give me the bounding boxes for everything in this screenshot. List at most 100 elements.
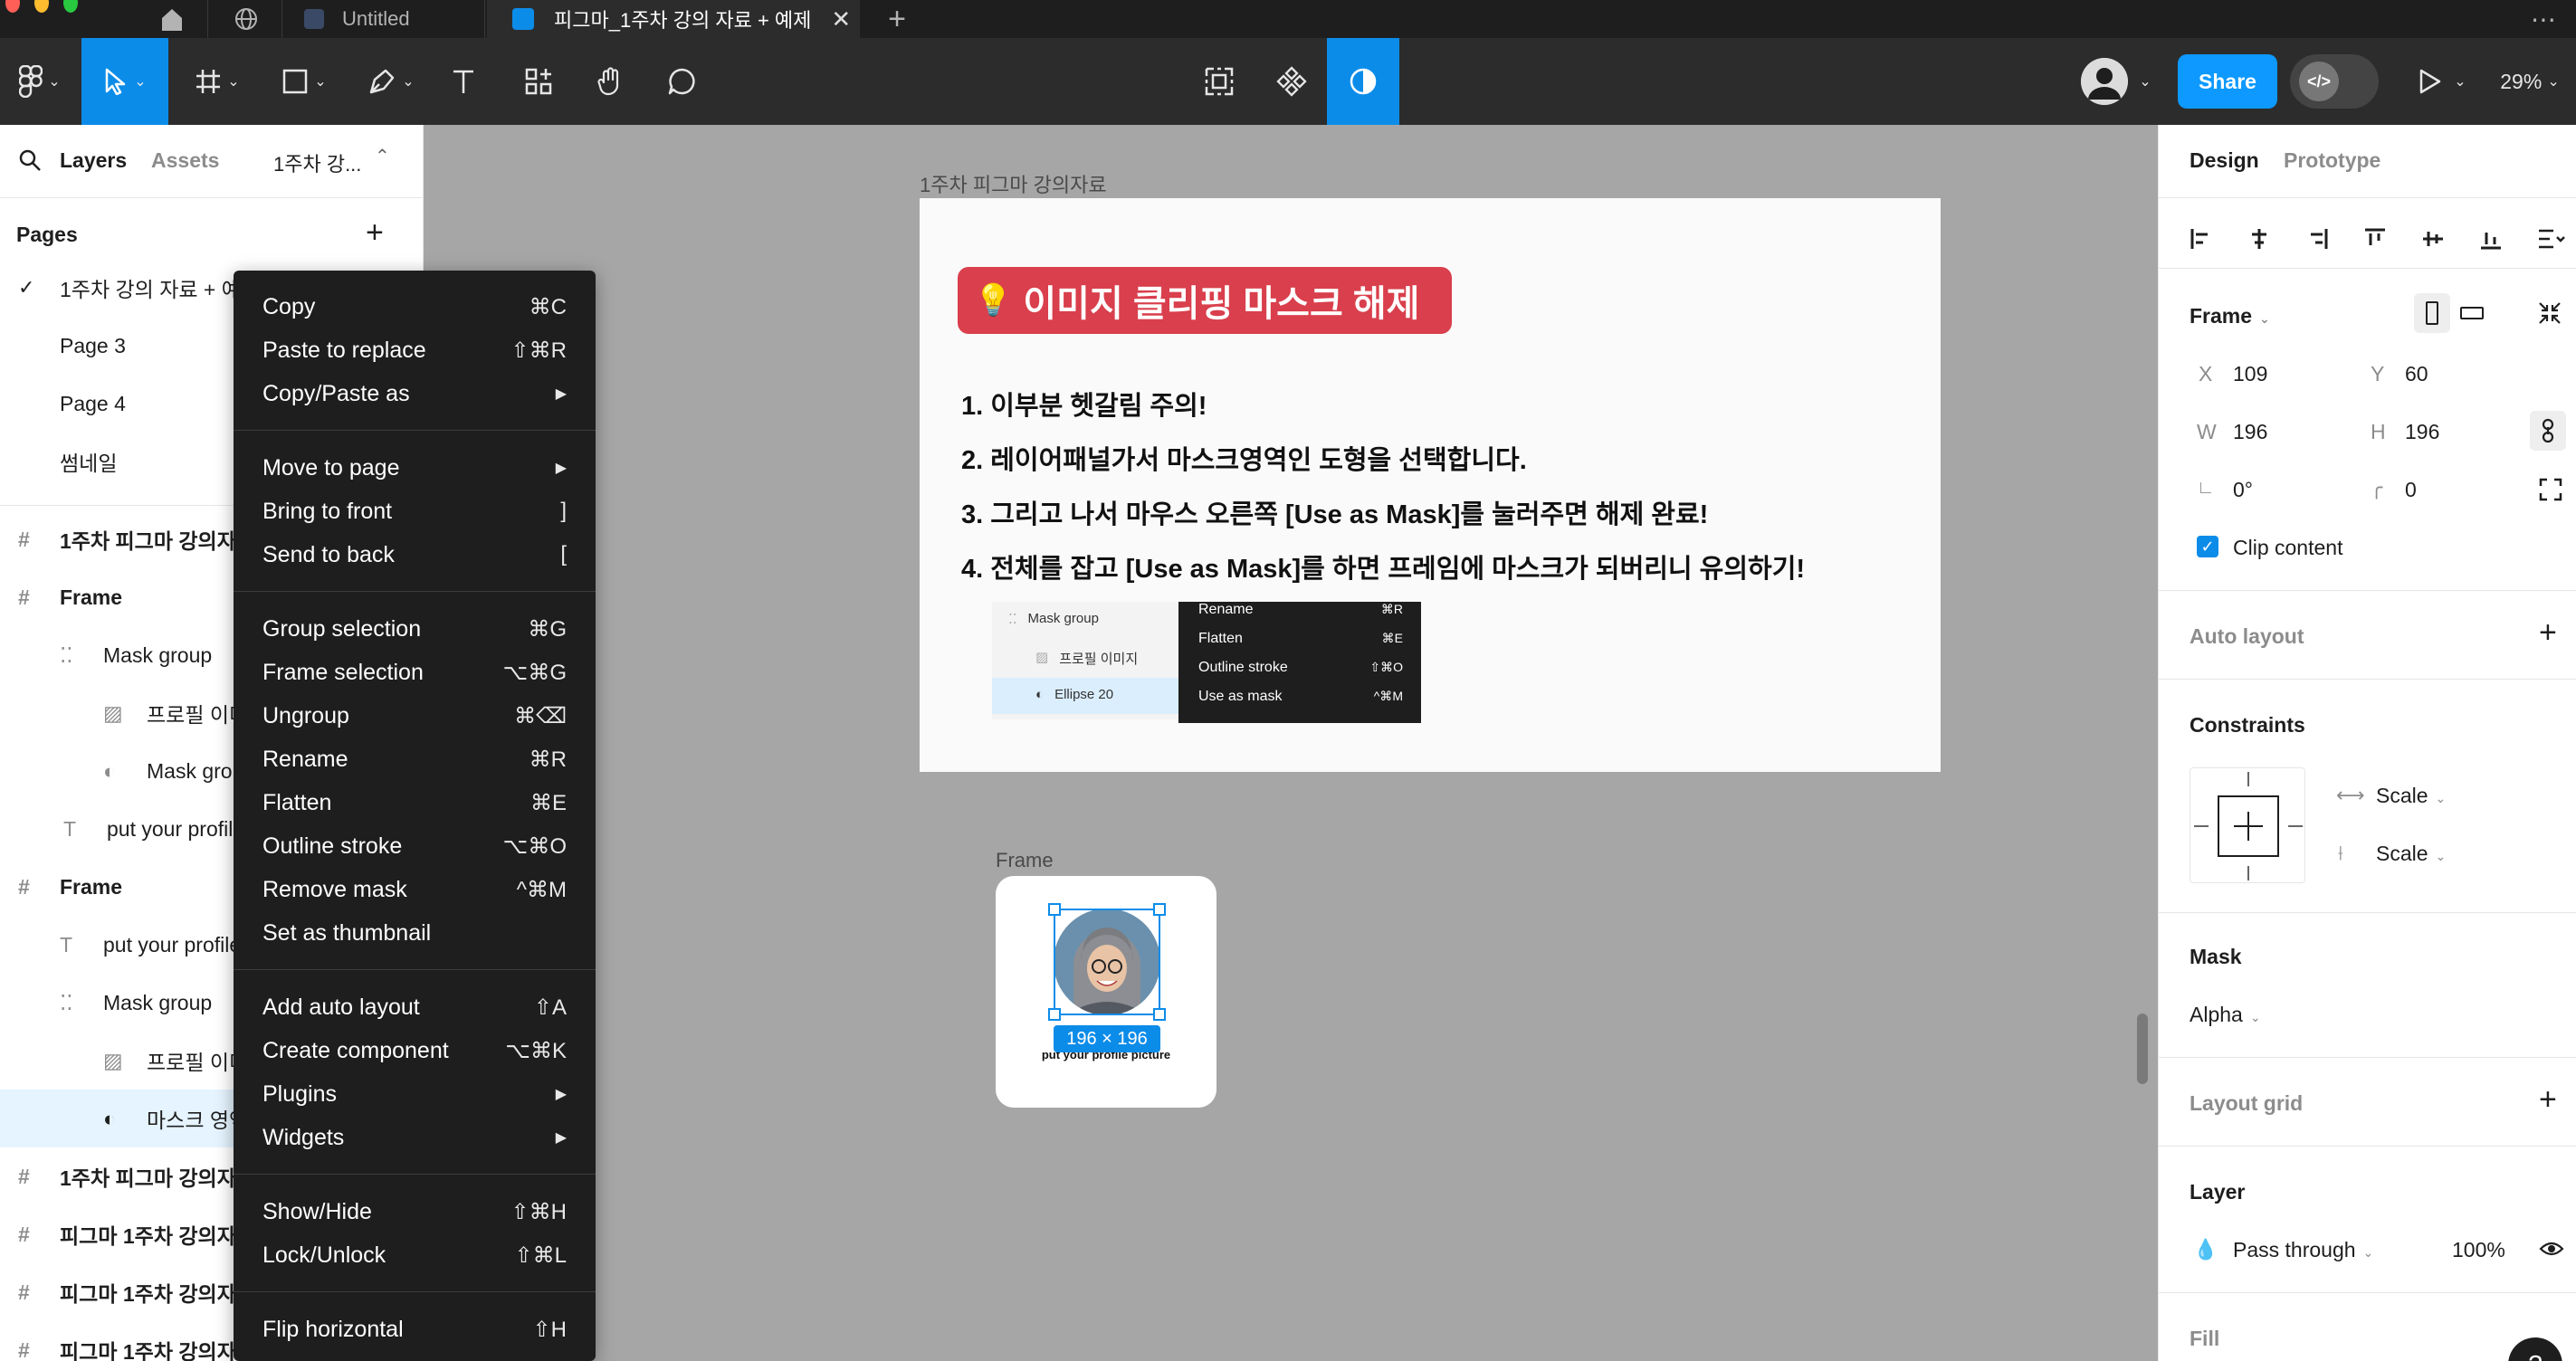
add-layout-grid-button[interactable]: + [2539,1082,2557,1118]
community-tab[interactable] [210,0,282,38]
minimize-window-button[interactable] [34,0,49,13]
distribute-icon[interactable] [2537,227,2566,251]
share-button[interactable]: Share [2178,54,2277,109]
constraints-widget[interactable] [2190,767,2305,883]
mask-type-select[interactable]: Alpha ⌄ [2190,1003,2261,1027]
resize-handle-bl[interactable] [1048,1008,1061,1021]
menu-item-show-hide[interactable]: Show/Hide ⇧⌘H [234,1190,596,1233]
landscape-orientation-button[interactable] [2454,293,2490,333]
profile-frame[interactable]: put your profile picture 196 × 196 [996,876,1216,1108]
menu-item-widgets[interactable]: Widgets ▶ [234,1116,596,1159]
shape-tool[interactable]: ⌄ [268,38,340,125]
resize-handle-br[interactable] [1153,1008,1166,1021]
menu-item-flatten[interactable]: Flatten ⌘E [234,781,596,824]
constraint-top[interactable] [2247,772,2249,786]
menu-item-add-auto-layout[interactable]: Add auto layout ⇧A [234,985,596,1029]
frame-section-label[interactable]: Frame ⌄ [2190,304,2270,328]
menu-item-outline-stroke[interactable]: Outline stroke ⌥⌘O [234,824,596,868]
add-page-button[interactable]: + [366,215,384,251]
text-tool[interactable] [444,38,483,125]
menu-item-lock-unlock[interactable]: Lock/Unlock ⇧⌘L [234,1233,596,1277]
menu-item-remove-mask[interactable]: Remove mask ^⌘M [234,868,596,911]
opacity-input[interactable]: 100% [2452,1238,2505,1262]
home-tab[interactable] [136,0,208,38]
menu-item-copy-paste-as[interactable]: Copy/Paste as ▶ [234,372,596,415]
w-input[interactable]: 196 [2233,420,2267,444]
zoom-menu[interactable]: 29% ⌄ [2489,38,2571,125]
comment-tool[interactable] [659,38,704,125]
close-tab-icon[interactable]: ✕ [831,5,851,33]
frame-label-profile[interactable]: Frame [996,849,1054,872]
menu-item-set-as-thumbnail[interactable]: Set as thumbnail [234,911,596,955]
component-tool[interactable] [1269,38,1314,125]
search-icon[interactable] [18,148,42,172]
more-icon[interactable]: ⋯ [2525,0,2562,38]
tab-active-file[interactable]: 피그마_1주차 강의 자료 + 예제 ✕ [487,0,860,38]
align-top-icon[interactable] [2363,227,2387,251]
tab-design[interactable]: Design [2190,148,2259,173]
constraint-left[interactable] [2194,825,2209,827]
page-selector[interactable]: 1주차 강... [273,148,373,177]
menu-item-send-to-back[interactable]: Send to back[ [234,533,596,576]
frame-tool[interactable]: ⌄ [181,38,253,125]
horizontal-constraint-select[interactable]: Scale ⌄ [2376,784,2446,808]
resize-handle-tr[interactable] [1153,903,1166,916]
menu-item-rename[interactable]: Rename ⌘R [234,738,596,781]
constrain-proportions-button[interactable] [2530,411,2566,451]
resize-handle-tl[interactable] [1048,903,1061,916]
vertical-constraint-select[interactable]: Scale ⌄ [2376,842,2446,866]
present-button[interactable]: ⌄ [2408,38,2476,125]
menu-item-flip-horizontal[interactable]: Flip horizontal ⇧H [234,1308,596,1351]
blend-mode-select[interactable]: Pass through ⌄ [2233,1238,2373,1262]
independent-corners-icon[interactable] [2539,478,2562,501]
mask-tool[interactable] [1327,38,1399,125]
lecture-frame[interactable]: 💡 이미지 클리핑 마스크 해제 1. 이부분 헷갈림 주의! 2. 레이어패널… [920,198,1941,772]
move-tool[interactable]: ⌄ [81,38,168,125]
h-input[interactable]: 196 [2405,420,2439,444]
maximize-window-button[interactable] [63,0,78,13]
new-tab-button[interactable]: + [874,0,920,38]
rotation-input[interactable]: 0° [2233,478,2253,502]
tab-layers[interactable]: Layers [60,148,127,173]
align-vertical-center-icon[interactable] [2421,227,2445,251]
menu-item-bring-to-front[interactable]: Bring to front] [234,490,596,533]
constraint-bottom[interactable] [2247,866,2249,880]
chevron-up-icon[interactable]: ⌃ [375,145,390,167]
portrait-orientation-button[interactable] [2414,293,2450,333]
menu-item-copy[interactable]: Copy ⌘C [234,285,596,328]
menu-item-plugins[interactable]: Plugins ▶ [234,1072,596,1116]
create-component-tool[interactable] [1197,38,1242,125]
menu-item-create-component[interactable]: Create component ⌥⌘K [234,1029,596,1072]
y-input[interactable]: 60 [2405,362,2428,386]
align-right-icon[interactable] [2305,227,2329,251]
canvas-scrollbar[interactable] [2137,1014,2148,1084]
clip-content-checkbox[interactable]: ✓ [2197,536,2218,557]
x-input[interactable]: 109 [2233,362,2267,386]
main-menu-button[interactable]: ⌄ [0,38,80,125]
menu-item-ungroup[interactable]: Ungroup ⌘⌫ [234,694,596,738]
user-menu[interactable]: ⌄ [2073,38,2160,125]
menu-item-paste-to-replace[interactable]: Paste to replace ⇧⌘R [234,328,596,372]
constraint-right[interactable] [2288,825,2303,827]
hand-tool[interactable] [588,38,634,125]
constraint-h-center[interactable] [2234,825,2263,827]
menu-item-group-selection[interactable]: Group selection ⌘G [234,607,596,651]
corner-radius-input[interactable]: 0 [2405,478,2417,502]
align-horizontal-center-icon[interactable] [2247,227,2271,251]
add-auto-layout-button[interactable]: + [2539,615,2557,651]
align-bottom-icon[interactable] [2479,227,2503,251]
close-window-button[interactable] [5,0,20,13]
help-button[interactable]: ? [2508,1337,2562,1361]
dev-mode-toggle[interactable]: </> [2290,54,2379,109]
menu-item-move-to-page[interactable]: Move to page ▶ [234,446,596,490]
eye-icon[interactable] [2539,1238,2564,1260]
tab-prototype[interactable]: Prototype [2284,148,2380,173]
tab-untitled[interactable]: Untitled [284,0,485,38]
resize-to-fit-icon[interactable] [2537,300,2562,326]
align-left-icon[interactable] [2190,227,2213,251]
frame-label-lecture[interactable]: 1주차 피그마 강의자료 [920,169,1107,198]
resources-tool[interactable] [516,38,561,125]
menu-item-frame-selection[interactable]: Frame selection ⌥⌘G [234,651,596,694]
pen-tool[interactable]: ⌄ [355,38,427,125]
tab-assets[interactable]: Assets [151,148,219,173]
